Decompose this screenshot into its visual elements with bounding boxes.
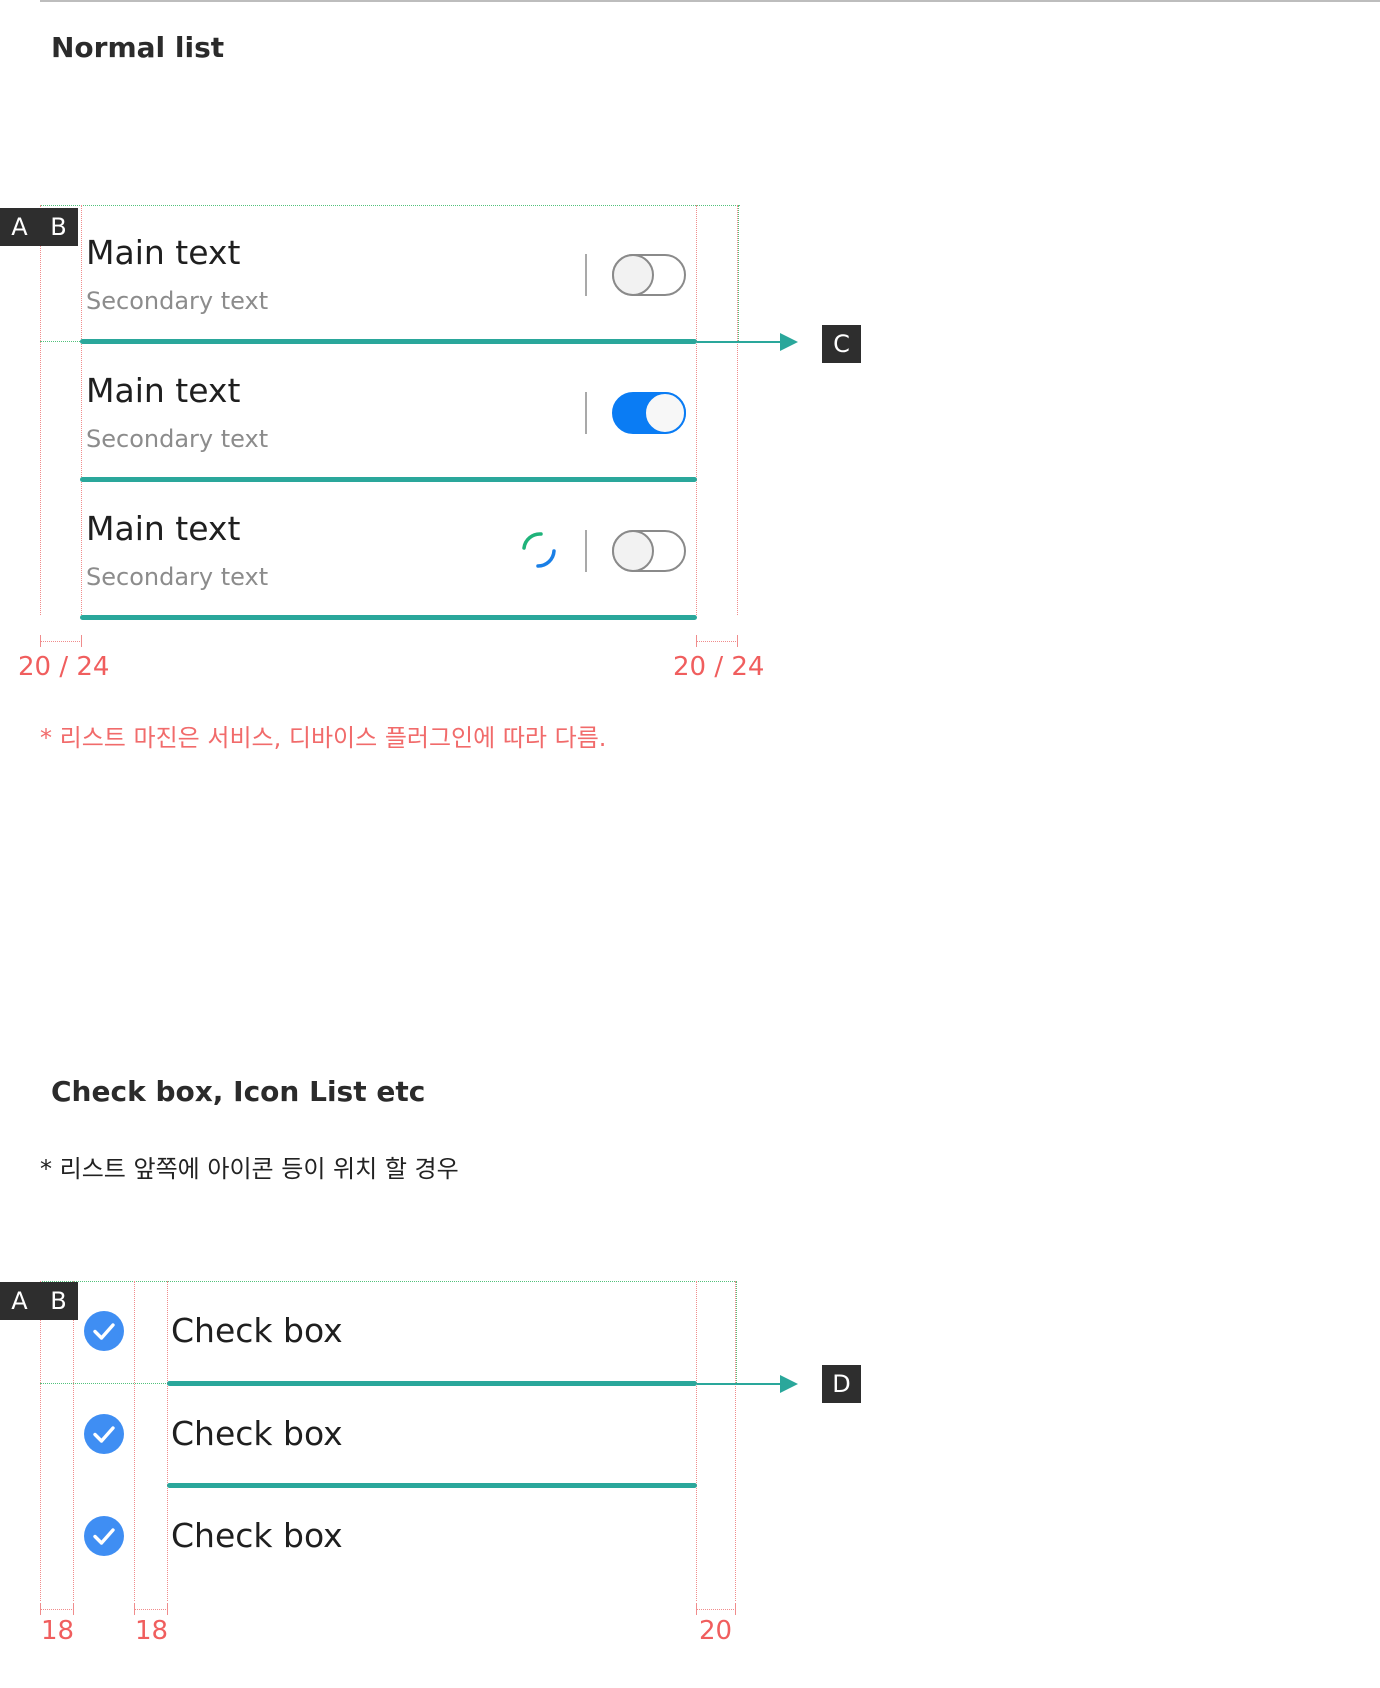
check-circle-icon[interactable] bbox=[84, 1414, 124, 1454]
list-divider bbox=[167, 1483, 697, 1488]
marker-d: D bbox=[822, 1365, 861, 1403]
guide-right-green bbox=[736, 1281, 737, 1383]
dim-line-3 bbox=[696, 1609, 736, 1610]
guide-margin-outer-left bbox=[40, 1281, 41, 1601]
secondary-text: Secondary text bbox=[86, 563, 269, 591]
guide-margin-inner-right bbox=[696, 1281, 697, 1601]
dim-tick bbox=[134, 1603, 135, 1615]
guide-margin-outer-right bbox=[735, 1281, 736, 1601]
guide-top bbox=[40, 1281, 737, 1282]
vertical-divider bbox=[585, 392, 587, 434]
check-circle-icon[interactable] bbox=[84, 1311, 124, 1351]
main-text: Main text bbox=[86, 233, 241, 272]
main-text: Main text bbox=[86, 371, 241, 410]
guide-margin-inner-left bbox=[81, 205, 82, 615]
dim-line-left bbox=[40, 641, 82, 642]
vertical-divider bbox=[585, 254, 587, 296]
dim-tick bbox=[737, 635, 738, 647]
list-divider bbox=[167, 1381, 697, 1386]
loading-spinner-icon bbox=[522, 532, 556, 568]
marker-c: C bbox=[822, 325, 861, 363]
guide-icon-right bbox=[134, 1281, 135, 1601]
dim-tick bbox=[696, 1603, 697, 1615]
guide-margin-inner-left bbox=[73, 1281, 74, 1601]
dim-tick bbox=[40, 635, 41, 647]
check-box-label: Check box bbox=[171, 1311, 343, 1350]
guide-text-left bbox=[167, 1281, 168, 1601]
arrow-head-icon bbox=[780, 333, 798, 351]
guide-margin-inner-right bbox=[696, 205, 697, 615]
check-circle-icon[interactable] bbox=[84, 1516, 124, 1556]
dimension-3: 20 bbox=[699, 1616, 733, 1646]
guide-right-green bbox=[738, 205, 739, 341]
dimension-1: 18 bbox=[41, 1616, 75, 1646]
list-divider bbox=[80, 615, 697, 620]
guide-bottom-margin bbox=[40, 341, 82, 342]
section-title-checkbox-list: Check box, Icon List etc bbox=[51, 1075, 426, 1108]
list-divider bbox=[80, 339, 697, 344]
toggle-off-icon[interactable] bbox=[612, 530, 686, 572]
guide-margin-outer-left bbox=[40, 205, 41, 615]
dimension-right: 20 / 24 bbox=[673, 652, 765, 682]
top-rule bbox=[40, 0, 1380, 2]
vertical-divider bbox=[585, 530, 587, 572]
dim-line-2 bbox=[134, 1609, 168, 1610]
check-box-label: Check box bbox=[171, 1516, 343, 1555]
dim-tick bbox=[40, 1603, 41, 1615]
main-text: Main text bbox=[86, 509, 241, 548]
guide-margin-outer-right bbox=[737, 205, 738, 615]
marker-a: A bbox=[0, 1282, 39, 1320]
guide-top bbox=[40, 205, 740, 206]
dimension-left: 20 / 24 bbox=[18, 652, 110, 682]
dim-tick bbox=[696, 635, 697, 647]
toggle-on-icon[interactable] bbox=[612, 392, 686, 434]
toggle-knob bbox=[644, 392, 686, 434]
dim-tick bbox=[81, 635, 82, 647]
marker-b: B bbox=[39, 208, 78, 246]
dim-line-right bbox=[696, 641, 738, 642]
list-divider bbox=[80, 477, 697, 482]
section-title-normal-list: Normal list bbox=[51, 31, 225, 64]
dim-line-1 bbox=[40, 1609, 74, 1610]
check-box-label: Check box bbox=[171, 1414, 343, 1453]
margin-note: * 리스트 마진은 서비스, 디바이스 플러그인에 따라 다름. bbox=[40, 724, 607, 752]
toggle-knob bbox=[612, 254, 654, 296]
dim-tick bbox=[167, 1603, 168, 1615]
arrow-right-icon bbox=[697, 341, 787, 343]
arrow-head-icon bbox=[780, 1375, 798, 1393]
toggle-knob bbox=[612, 530, 654, 572]
guide-bottom-margin bbox=[40, 1383, 168, 1384]
dim-tick bbox=[735, 1603, 736, 1615]
icon-note: * 리스트 앞쪽에 아이콘 등이 위치 할 경우 bbox=[40, 1155, 459, 1183]
marker-b: B bbox=[39, 1282, 78, 1320]
toggle-off-icon[interactable] bbox=[612, 254, 686, 296]
arrow-right-icon bbox=[697, 1383, 787, 1385]
marker-a: A bbox=[0, 208, 39, 246]
dim-tick bbox=[73, 1603, 74, 1615]
secondary-text: Secondary text bbox=[86, 425, 269, 453]
secondary-text: Secondary text bbox=[86, 287, 269, 315]
dimension-2: 18 bbox=[135, 1616, 169, 1646]
